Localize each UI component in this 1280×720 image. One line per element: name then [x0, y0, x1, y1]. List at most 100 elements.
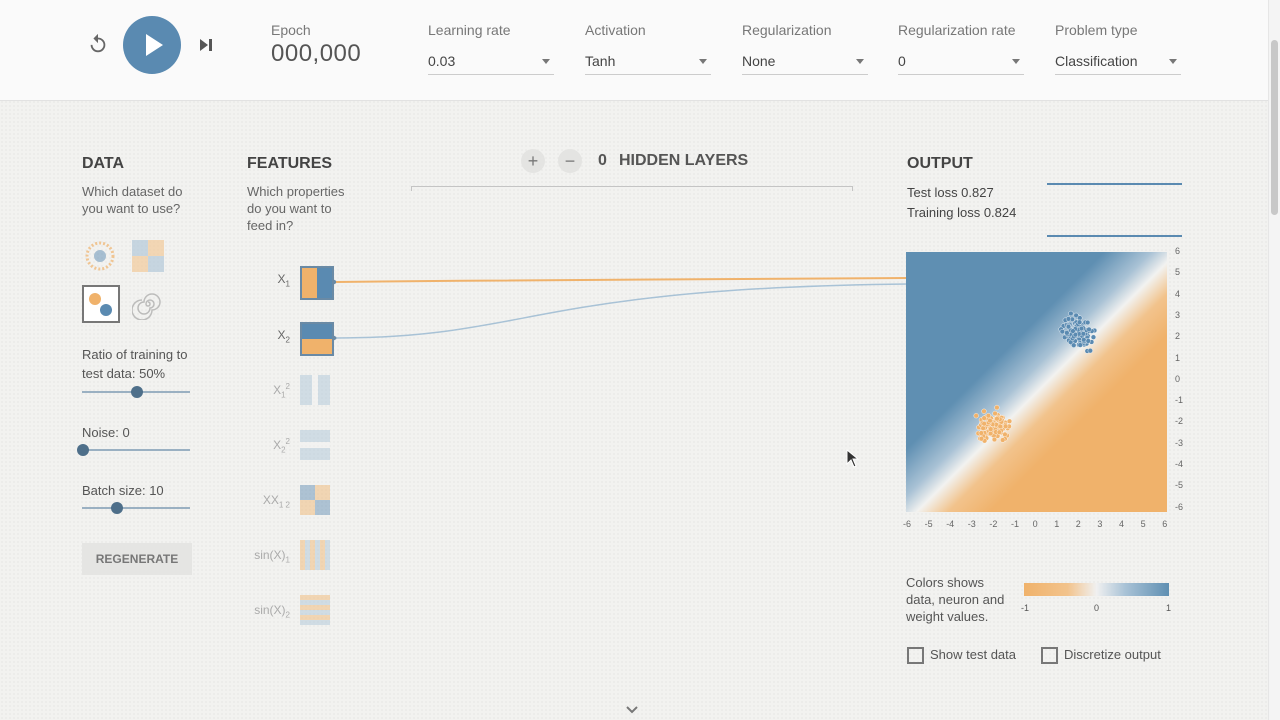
data-point	[988, 430, 994, 437]
y-tick-label: 3	[1175, 309, 1181, 320]
data-subtitle-1: Which dataset do	[82, 184, 183, 199]
batch-size-label: Batch size: 10	[82, 483, 164, 498]
x-tick-label: 4	[1119, 519, 1125, 529]
data-point	[981, 415, 987, 421]
x-tick-label: 2	[1075, 519, 1081, 529]
data-point	[1064, 330, 1070, 336]
data-point	[973, 413, 979, 419]
add-layer-button[interactable]: +	[521, 149, 545, 173]
batch-slider-track[interactable]	[82, 507, 190, 509]
ratio-label-1: Ratio of training to	[82, 347, 188, 362]
y-tick-label: -6	[1175, 501, 1184, 512]
step-forward-icon[interactable]	[196, 35, 216, 55]
features-subtitle-2: do you want to	[247, 201, 332, 216]
feature-x2-squared-node[interactable]	[300, 430, 330, 460]
data-point	[1077, 342, 1083, 348]
data-point	[1071, 342, 1077, 348]
ratio-label-2: test data: 50%	[82, 366, 166, 381]
regularization-label: Regularization	[742, 22, 832, 38]
regularization-select[interactable]: None	[742, 48, 868, 75]
data-point	[1000, 437, 1006, 443]
data-point	[1003, 423, 1009, 429]
feature-sin-x2-node[interactable]	[300, 595, 330, 625]
dataset-circle-thumb[interactable]	[84, 240, 116, 272]
remove-layer-button[interactable]: −	[558, 149, 582, 173]
regenerate-button[interactable]: REGENERATE	[82, 543, 192, 575]
y-tick-label: 5	[1175, 267, 1181, 278]
show-test-data-checkbox[interactable]	[907, 647, 924, 664]
play-button[interactable]	[123, 16, 181, 74]
output-heatmap[interactable]	[906, 252, 1167, 512]
chevron-down-icon	[856, 59, 864, 64]
data-point	[987, 418, 993, 424]
data-subtitle-2: you want to use?	[82, 201, 181, 216]
x1-weight-link[interactable]	[335, 277, 909, 283]
feature-x2-node[interactable]	[300, 322, 334, 356]
x-tick-label: 0	[1032, 519, 1038, 529]
regularization-rate-select[interactable]: 0	[898, 48, 1024, 75]
feature-x1x2-node[interactable]	[300, 485, 330, 515]
problem-type-select[interactable]: Classification	[1055, 48, 1181, 75]
feature-x2-squared-heatmap	[300, 430, 330, 460]
y-tick-label: -2	[1175, 416, 1184, 427]
feature-x1-heatmap	[302, 268, 332, 298]
learning-rate-select[interactable]: 0.03	[428, 48, 554, 75]
regularization-rate-value: 0	[898, 53, 906, 69]
y-tick-label: -5	[1175, 480, 1184, 491]
feature-sin-x1-node[interactable]	[300, 540, 330, 570]
feature-x1x2-label: XX1 2	[262, 493, 290, 510]
data-point	[996, 429, 1002, 435]
x-tick-label: 5	[1140, 519, 1146, 529]
x-tick-label: -3	[967, 519, 976, 529]
dataset-spiral-thumb[interactable]	[132, 288, 164, 320]
mouse-cursor-icon	[846, 449, 860, 468]
noise-label: Noise: 0	[82, 425, 130, 440]
features-subtitle-3: feed in?	[247, 218, 294, 233]
scrollbar-thumb[interactable]	[1271, 40, 1278, 215]
data-title: DATA	[82, 155, 125, 172]
problem-type-value: Classification	[1055, 53, 1138, 69]
data-point	[1065, 324, 1072, 330]
gradient-mid: 0	[1094, 603, 1100, 613]
x-tick-label: 6	[1162, 519, 1168, 529]
y-tick-label: 1	[1175, 352, 1181, 363]
data-point	[1081, 337, 1087, 343]
dataset-gaussian-thumb[interactable]	[82, 285, 120, 323]
chevron-down-icon[interactable]	[625, 705, 639, 715]
feature-sin-x2-label: sin(X)2	[254, 603, 290, 620]
output-title: OUTPUT	[907, 155, 973, 172]
feature-sin-x2-heatmap	[300, 595, 330, 625]
x-tick-label: -1	[1011, 519, 1020, 529]
discretize-output-checkbox[interactable]	[1041, 647, 1058, 664]
activation-select[interactable]: Tanh	[585, 48, 711, 75]
reset-icon[interactable]	[87, 33, 109, 55]
vertical-scrollbar[interactable]	[1268, 0, 1280, 720]
activation-label: Activation	[585, 22, 646, 38]
training-loss: Training loss 0.824	[907, 205, 1017, 220]
training-loss-sparkline	[1047, 235, 1182, 237]
x-tick-label: -6	[903, 519, 912, 529]
noise-slider-track[interactable]	[82, 449, 190, 451]
feature-x1-node[interactable]	[300, 266, 334, 300]
epoch-label: Epoch	[271, 22, 311, 38]
x-tick-label: -2	[989, 519, 998, 529]
feature-x1-squared-node[interactable]	[300, 375, 330, 405]
chevron-down-icon	[1012, 59, 1020, 64]
dataset-xor-thumb[interactable]	[132, 240, 164, 272]
data-point	[988, 426, 994, 432]
y-tick-label: -4	[1175, 459, 1184, 469]
ratio-slider-knob[interactable]	[131, 386, 143, 398]
data-point	[981, 408, 987, 414]
color-gradient-bar	[1024, 583, 1169, 596]
feature-x2-label: X2	[277, 328, 290, 345]
noise-slider-knob[interactable]	[77, 444, 89, 456]
data-point	[997, 423, 1003, 430]
x2-weight-link[interactable]	[335, 283, 909, 339]
y-tick-label: 4	[1175, 288, 1181, 299]
hidden-layers-title: HIDDEN LAYERS	[619, 152, 749, 169]
data-point	[1070, 328, 1076, 334]
x-tick-label: -5	[924, 519, 933, 529]
batch-slider-knob[interactable]	[111, 502, 123, 514]
data-point	[992, 410, 998, 417]
x-tick-label: -4	[946, 519, 955, 529]
